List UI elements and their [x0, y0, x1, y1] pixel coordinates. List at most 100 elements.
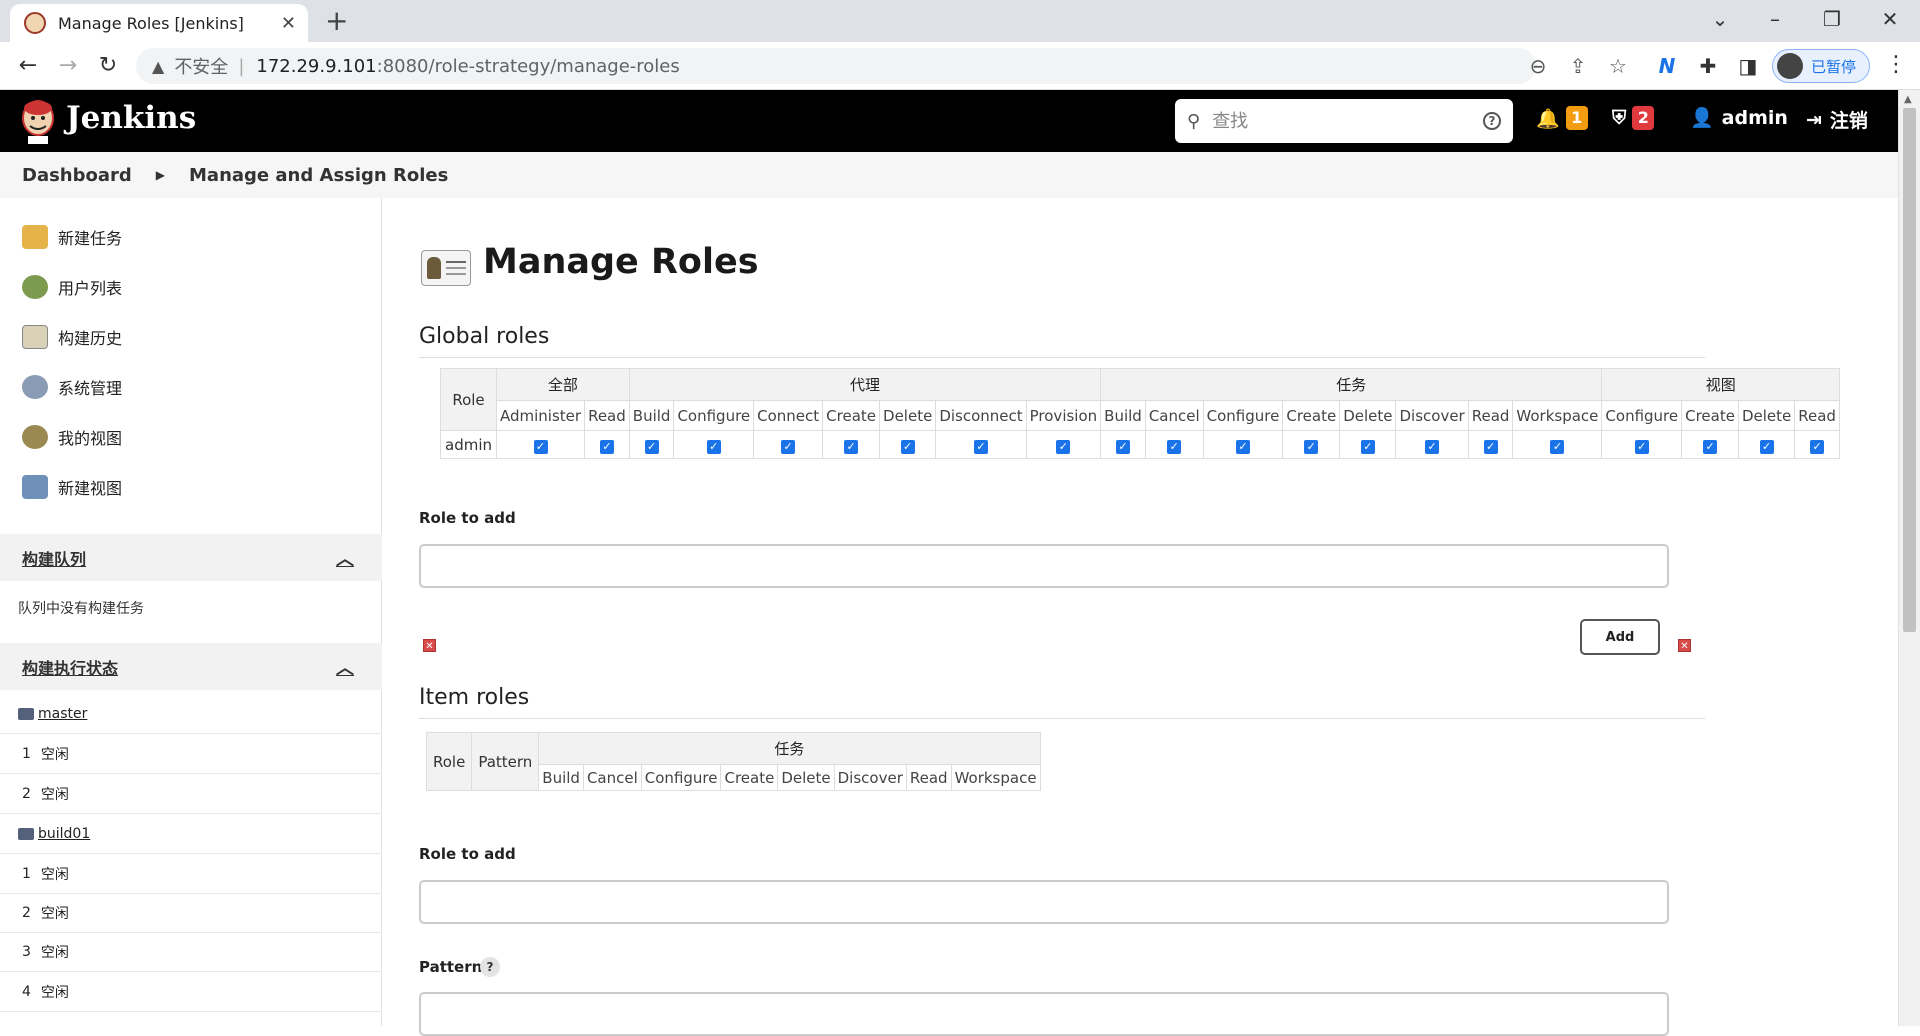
permission-checkbox[interactable]: ✓	[973, 439, 988, 454]
search-icon: ⚲	[1187, 110, 1201, 132]
permission-checkbox[interactable]: ✓	[900, 439, 915, 454]
share-icon[interactable]: ⇪	[1563, 50, 1593, 82]
permission-cell: ✓	[1282, 430, 1341, 459]
forward-button[interactable]: →	[52, 50, 84, 82]
notifications-button[interactable]: 🔔 1	[1536, 106, 1588, 130]
collapse-chevron-icon[interactable]: ︿	[336, 545, 354, 571]
breadcrumb-dashboard[interactable]: Dashboard	[22, 165, 132, 186]
permission-header: Workspace	[1512, 400, 1603, 431]
notifications-badge: 1	[1565, 106, 1588, 130]
sidebar-item-new-view[interactable]: 新建视图	[22, 472, 122, 502]
permission-checkbox[interactable]: ✓	[706, 439, 721, 454]
build-queue-header[interactable]: 构建队列 ︿	[0, 534, 382, 581]
sidebar-item-new-item[interactable]: 新建任务	[22, 222, 122, 252]
permission-checkbox[interactable]: ✓	[1360, 439, 1375, 454]
tab-search-chevron-icon[interactable]: ⌄	[1700, 4, 1740, 34]
permission-checkbox[interactable]: ✓	[1810, 439, 1825, 454]
extension-n-icon[interactable]: N	[1652, 52, 1682, 80]
permission-checkbox[interactable]: ✓	[1235, 439, 1250, 454]
permission-checkbox[interactable]: ✓	[599, 439, 614, 454]
permission-checkbox[interactable]: ✓	[1115, 439, 1130, 454]
permission-checkbox[interactable]: ✓	[1703, 439, 1718, 454]
close-window-button[interactable]: ✕	[1870, 4, 1910, 34]
page-scrollbar[interactable]: ▲	[1898, 90, 1920, 1026]
permission-header: Configure	[673, 400, 755, 431]
jenkins-brand[interactable]: Jenkins	[66, 100, 196, 136]
scroll-up-icon[interactable]: ▲	[1904, 94, 1912, 105]
pattern-input[interactable]	[419, 992, 1669, 1036]
search-help-icon[interactable]: ?	[1483, 112, 1501, 130]
new-tab-button[interactable]: +	[325, 6, 348, 36]
permission-cell: ✓	[879, 430, 937, 459]
main-content: Manage Roles Global roles ✕ Role 全部 代理 任务视…	[383, 198, 1898, 1036]
breadcrumb-manage-roles[interactable]: Manage and Assign Roles	[189, 165, 448, 186]
permission-header: Read	[905, 764, 952, 791]
browser-tab[interactable]: Manage Roles [Jenkins] ✕	[10, 4, 308, 42]
permission-checkbox[interactable]: ✓	[1759, 439, 1774, 454]
permission-checkbox[interactable]: ✓	[1056, 439, 1071, 454]
bookmark-star-icon[interactable]: ☆	[1603, 50, 1633, 82]
jenkins-logo-icon[interactable]	[20, 98, 56, 144]
user-views-icon	[22, 425, 48, 449]
sidebar-item-people[interactable]: 用户列表	[22, 272, 122, 302]
permission-checkbox[interactable]: ✓	[1483, 439, 1498, 454]
permission-checkbox[interactable]: ✓	[1167, 439, 1182, 454]
permission-cell: ✓	[1339, 430, 1397, 459]
delete-role-icon[interactable]: ✕	[1678, 639, 1691, 652]
address-bar[interactable]: ▲ 不安全 | 172.29.9.101 :8080/role-strategy…	[136, 48, 1536, 84]
browser-menu-icon[interactable]: ⋮	[1885, 52, 1907, 77]
sidebar-item-manage[interactable]: 系统管理	[22, 372, 122, 402]
item-roles-heading: Item roles	[419, 685, 1705, 719]
permission-checkbox[interactable]: ✓	[1304, 439, 1319, 454]
pattern-label: Pattern	[419, 958, 483, 976]
permission-checkbox[interactable]: ✓	[1550, 439, 1565, 454]
permission-checkbox[interactable]: ✓	[1425, 439, 1440, 454]
pattern-help-icon[interactable]: ?	[480, 957, 500, 977]
permission-header: Workspace	[950, 764, 1041, 791]
executor-row: 2 空闲	[0, 774, 382, 814]
collapse-chevron-icon[interactable]: ︿	[336, 654, 354, 680]
executor-number: 2	[22, 904, 31, 921]
side-panel-icon[interactable]: ◨	[1733, 52, 1763, 80]
permission-group-header: 代理	[628, 368, 1102, 401]
computer-icon	[18, 827, 34, 840]
sidebar-item-build-history[interactable]: 构建历史	[22, 322, 122, 352]
global-role-to-add-input[interactable]	[419, 544, 1669, 588]
scrollbar-thumb[interactable]	[1903, 108, 1916, 632]
reload-button[interactable]: ↻	[92, 50, 124, 82]
page-title: Manage Roles	[483, 242, 759, 282]
permission-checkbox[interactable]: ✓	[844, 439, 859, 454]
search-box[interactable]: ⚲ ?	[1175, 99, 1513, 143]
permission-checkbox[interactable]: ✓	[644, 439, 659, 454]
user-button[interactable]: 👤 admin	[1690, 106, 1788, 130]
sidebar: 新建任务 用户列表 构建历史 系统管理 我的视图 新建视图 构建队列 ︿ 队列中…	[0, 198, 382, 1026]
sidebar-item-my-views[interactable]: 我的视图	[22, 422, 122, 452]
permission-checkbox[interactable]: ✓	[781, 439, 796, 454]
profile-paused-button[interactable]: 已暂停	[1772, 49, 1870, 83]
paused-label: 已暂停	[1811, 57, 1857, 76]
delete-role-icon[interactable]: ✕	[423, 639, 436, 652]
zoom-icon[interactable]: ⊖	[1523, 50, 1553, 82]
close-tab-icon[interactable]: ✕	[281, 13, 296, 34]
shield-alert-icon: ⛨	[1612, 107, 1627, 129]
restore-button[interactable]: ❐	[1812, 4, 1852, 34]
minimize-button[interactable]: –	[1755, 4, 1795, 34]
permission-cell: ✓	[1395, 430, 1469, 459]
permission-group-header: 任务	[1100, 368, 1603, 401]
permission-checkbox[interactable]: ✓	[1634, 439, 1649, 454]
people-icon	[22, 275, 48, 299]
node-master[interactable]: master	[0, 694, 382, 734]
logout-button[interactable]: ⇥ 注销	[1806, 106, 1868, 133]
item-role-to-add-input[interactable]	[419, 880, 1669, 924]
permission-checkbox[interactable]: ✓	[533, 439, 548, 454]
executors-header[interactable]: 构建执行状态 ︿	[0, 643, 382, 690]
security-button[interactable]: ⛨ 2	[1612, 106, 1655, 130]
item-role-to-add-label: Role to add	[419, 845, 516, 863]
executor-number: 1	[22, 745, 31, 762]
extensions-puzzle-icon[interactable]: ✚	[1693, 52, 1723, 80]
search-input[interactable]	[1212, 110, 1483, 132]
node-build01[interactable]: build01	[0, 814, 382, 854]
back-button[interactable]: ←	[12, 50, 44, 82]
add-role-button[interactable]: Add	[1580, 619, 1660, 655]
user-name: admin	[1721, 106, 1788, 129]
